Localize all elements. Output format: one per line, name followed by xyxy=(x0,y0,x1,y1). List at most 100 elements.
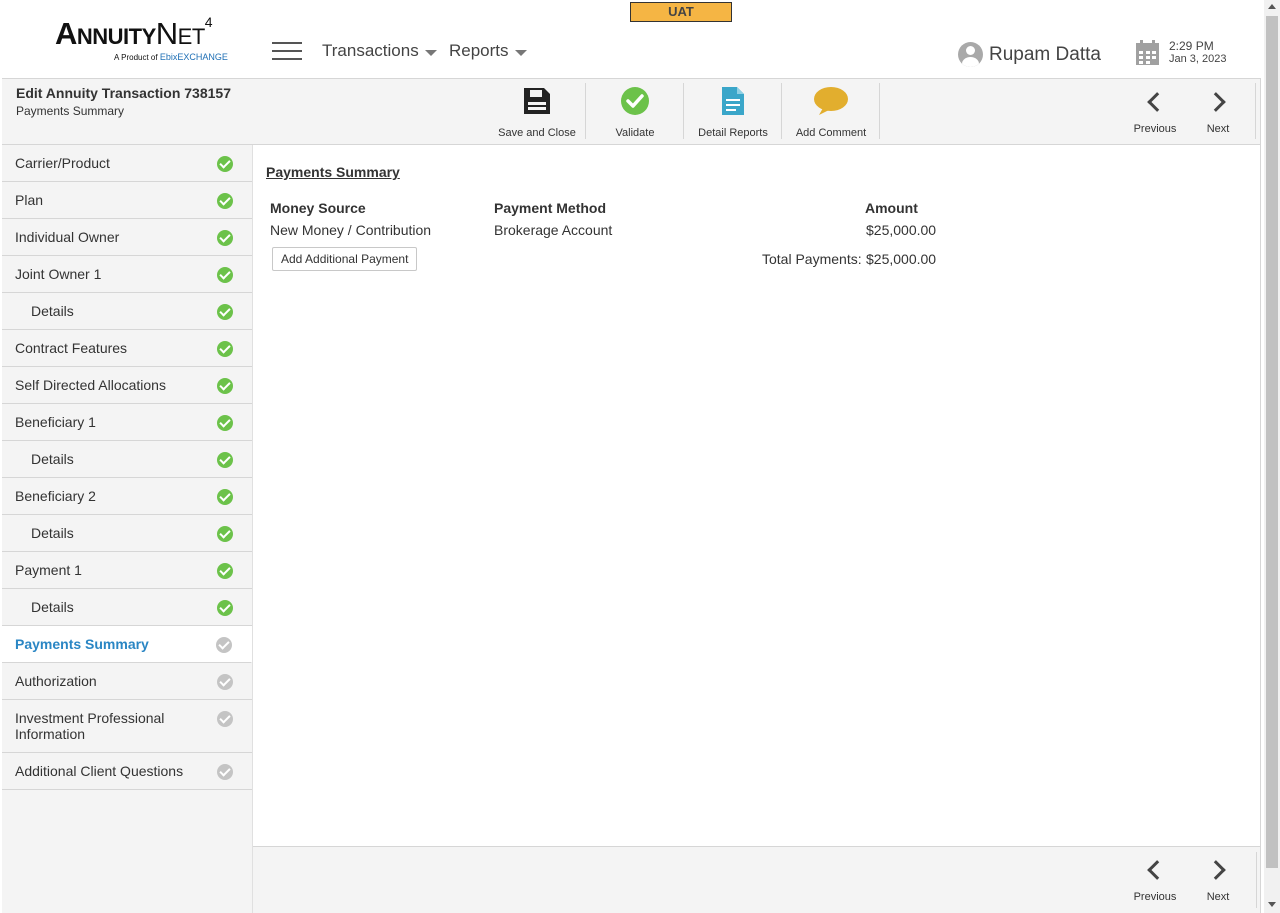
next-button[interactable]: Next xyxy=(1188,79,1248,141)
checkmark-circle-icon xyxy=(621,87,649,115)
check-circle-icon xyxy=(217,156,233,172)
transaction-subtitle: Payments Summary xyxy=(16,104,125,118)
sidebar-item-contract-features[interactable]: Contract Features xyxy=(2,330,252,367)
nav-transactions[interactable]: Transactions xyxy=(322,41,437,61)
validate-button[interactable]: Validate xyxy=(586,79,684,141)
nav-transactions-label: Transactions xyxy=(322,41,419,60)
sidebar-item-carrier-product[interactable]: Carrier/Product xyxy=(2,145,252,182)
previous-button[interactable]: Previous xyxy=(1125,79,1185,141)
sidebar-item-investment-professional-information[interactable]: Investment Professional Information xyxy=(2,700,252,753)
check-circle-icon xyxy=(217,341,233,357)
cell-money-source: New Money / Contribution xyxy=(270,222,432,238)
sidebar-item-label: Additional Client Questions xyxy=(15,763,184,779)
col-header-payment-method: Payment Method xyxy=(494,200,607,216)
check-circle-pending-icon xyxy=(217,674,233,690)
annuitynet-logo[interactable]: ANNUITYNET4 A Product of EbixEXCHANGE xyxy=(50,14,230,66)
footer-previous-button[interactable]: Previous xyxy=(1125,847,1185,909)
previous-label: Previous xyxy=(1133,123,1177,135)
payments-summary-title: Payments Summary xyxy=(266,164,400,180)
scroll-up-arrow-icon[interactable] xyxy=(1268,4,1276,9)
chevron-right-icon xyxy=(1206,860,1226,880)
sidebar-item-beneficiary-1[interactable]: Beneficiary 1 xyxy=(2,404,252,441)
total-payments-label: Total Payments: xyxy=(762,251,862,267)
sidebar-item-label: Self Directed Allocations xyxy=(15,377,166,393)
sidebar-item-label: Authorization xyxy=(15,673,97,689)
sidebar-item-beneficiary-1-details[interactable]: Details xyxy=(2,441,252,478)
page-scrollbar[interactable] xyxy=(1264,0,1280,913)
check-circle-icon xyxy=(217,378,233,394)
add-additional-payment-button[interactable]: Add Additional Payment xyxy=(272,247,418,271)
footer-next-label: Next xyxy=(1206,891,1230,903)
calendar-icon xyxy=(1136,40,1159,65)
logo-tagline: A Product of EbixEXCHANGE xyxy=(114,52,228,62)
check-circle-icon xyxy=(217,563,233,579)
sidebar-item-label: Details xyxy=(31,599,74,615)
footer-nav-bar: Previous Next xyxy=(253,846,1260,913)
check-circle-pending-icon xyxy=(217,711,233,727)
sidebar-item-individual-owner[interactable]: Individual Owner xyxy=(2,219,252,256)
save-icon xyxy=(524,88,550,114)
user-avatar-icon xyxy=(958,42,983,67)
environment-badge: UAT xyxy=(630,2,732,22)
cell-amount: $25,000.00 xyxy=(866,222,937,238)
check-circle-icon xyxy=(217,489,233,505)
comment-bubble-icon xyxy=(814,87,848,115)
save-and-close-label: Save and Close xyxy=(498,127,576,139)
sidebar-item-beneficiary-2-details[interactable]: Details xyxy=(2,515,252,552)
sidebar-item-label: Investment Professional Information xyxy=(15,710,165,742)
validate-label: Validate xyxy=(615,127,655,139)
check-circle-icon xyxy=(217,415,233,431)
nav-reports-label: Reports xyxy=(449,41,509,60)
sidebar-item-label: Beneficiary 1 xyxy=(15,414,96,430)
transaction-toolbar: Edit Annuity Transaction 738157 Payments… xyxy=(2,78,1260,145)
footer-next-button[interactable]: Next xyxy=(1188,847,1248,909)
sidebar-item-label: Plan xyxy=(15,192,44,208)
cell-payment-method: Brokerage Account xyxy=(494,222,613,238)
logo-wordmark: ANNUITYNET4 xyxy=(55,13,213,51)
chevron-left-icon xyxy=(1147,860,1167,880)
sidebar-item-label: Carrier/Product xyxy=(15,155,110,171)
scroll-down-arrow-icon[interactable] xyxy=(1268,902,1276,907)
sidebar-item-label: Payments Summary xyxy=(15,636,149,652)
add-comment-button[interactable]: Add Comment xyxy=(782,79,880,141)
check-circle-icon xyxy=(217,193,233,209)
sidebar-item-label: Details xyxy=(31,451,74,467)
sidebar-item-joint-owner-1[interactable]: Joint Owner 1 xyxy=(2,256,252,293)
check-circle-icon xyxy=(217,304,233,320)
sidebar-item-additional-client-questions[interactable]: Additional Client Questions xyxy=(2,753,252,790)
chevron-left-icon xyxy=(1147,92,1167,112)
sidebar-item-authorization[interactable]: Authorization xyxy=(2,663,252,700)
caret-down-icon xyxy=(514,49,527,56)
total-payments-value: $25,000.00 xyxy=(866,251,937,267)
scroll-thumb[interactable] xyxy=(1266,16,1278,868)
col-header-amount: Amount xyxy=(865,200,918,216)
hamburger-menu-icon[interactable] xyxy=(272,42,302,60)
sidebar-item-plan[interactable]: Plan xyxy=(2,182,252,219)
save-and-close-button[interactable]: Save and Close xyxy=(488,79,586,141)
caret-down-icon xyxy=(424,49,437,56)
add-comment-label: Add Comment xyxy=(795,127,867,139)
clock-date: Jan 3, 2023 xyxy=(1169,53,1227,65)
transaction-title: Edit Annuity Transaction 738157 xyxy=(16,85,231,101)
section-sidebar: Carrier/Product Plan Individual Owner Jo… xyxy=(2,145,253,913)
check-circle-icon xyxy=(217,230,233,246)
sidebar-item-label: Details xyxy=(31,303,74,319)
sidebar-item-payments-summary[interactable]: Payments Summary xyxy=(2,626,252,663)
check-circle-pending-icon xyxy=(217,764,233,780)
next-label: Next xyxy=(1206,123,1230,135)
sidebar-item-self-directed-allocations[interactable]: Self Directed Allocations xyxy=(2,367,252,404)
chevron-right-icon xyxy=(1206,92,1226,112)
user-menu[interactable]: Rupam Datta xyxy=(958,42,1101,67)
nav-reports[interactable]: Reports xyxy=(449,41,527,61)
check-circle-icon xyxy=(217,600,233,616)
sidebar-item-payment-1[interactable]: Payment 1 xyxy=(2,552,252,589)
clock-time: 2:29 PM xyxy=(1169,39,1214,53)
footer-previous-label: Previous xyxy=(1133,891,1177,903)
sidebar-item-beneficiary-2[interactable]: Beneficiary 2 xyxy=(2,478,252,515)
col-header-money-source: Money Source xyxy=(270,200,366,216)
detail-reports-button[interactable]: Detail Reports xyxy=(684,79,782,141)
sidebar-item-payment-1-details[interactable]: Details xyxy=(2,589,252,626)
sidebar-item-joint-owner-1-details[interactable]: Details xyxy=(2,293,252,330)
sidebar-item-label: Payment 1 xyxy=(15,562,82,578)
check-circle-icon xyxy=(217,452,233,468)
